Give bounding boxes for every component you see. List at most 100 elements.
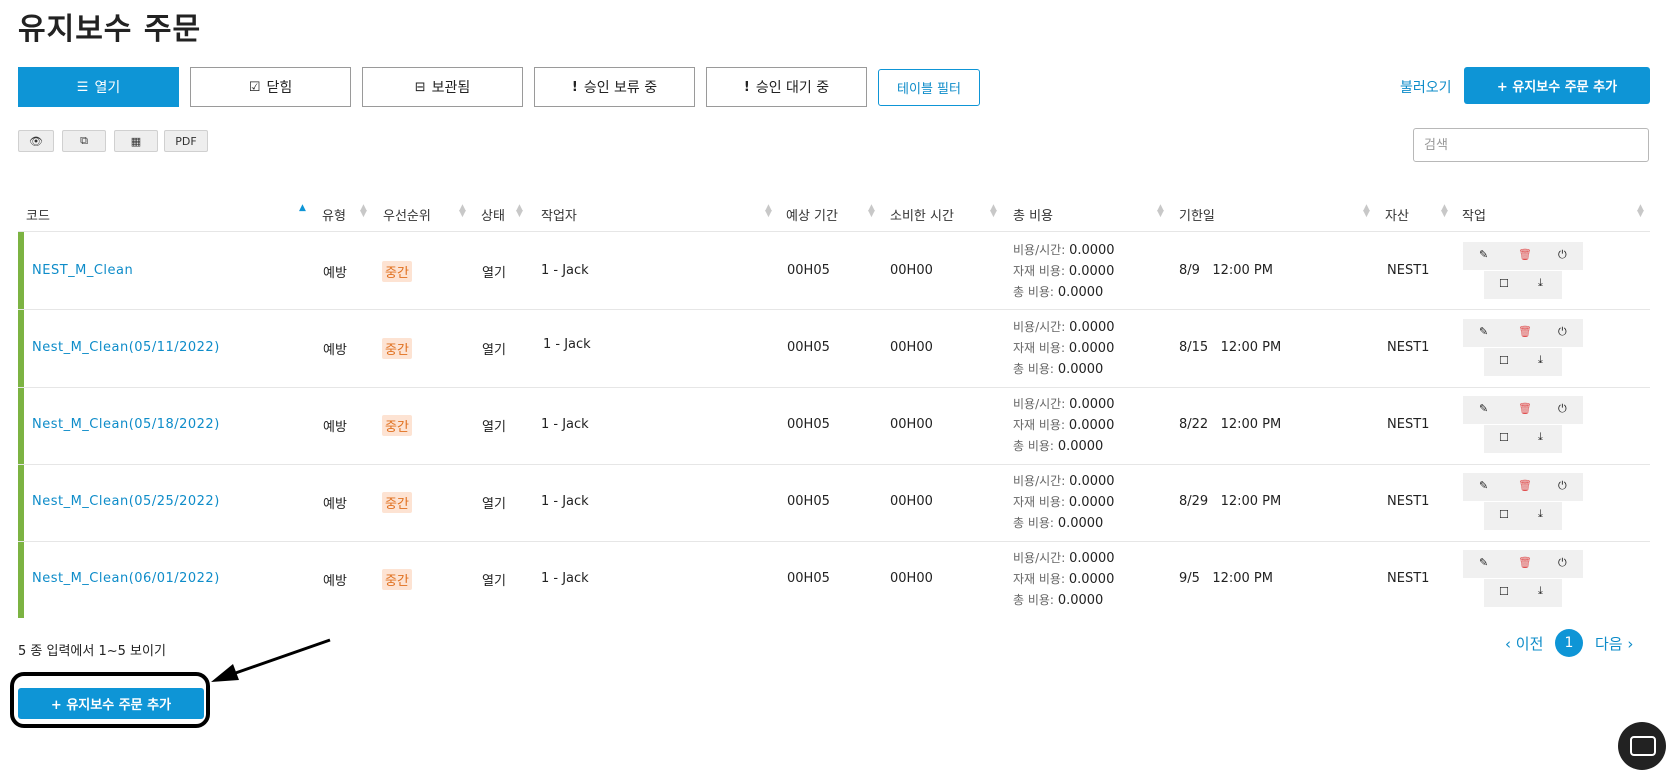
row-actions-bottom: ☐ ⤓: [1484, 425, 1562, 453]
row-divider: [18, 387, 1650, 388]
sort-icon[interactable]: ▲ ▼: [868, 204, 875, 219]
row-status-bar: [18, 232, 24, 309]
col-header-code[interactable]: 코드: [26, 205, 50, 224]
priority-badge: 중간: [382, 569, 412, 590]
col-header-spent-time[interactable]: 소비한 시간: [890, 205, 954, 224]
download-icon[interactable]: ⤓: [1538, 430, 1543, 444]
total-cost: 0.0000: [1057, 516, 1104, 531]
col-header-est-time[interactable]: 예상 기간: [786, 205, 838, 224]
delete-icon[interactable]: 🗑: [1518, 556, 1532, 569]
checkbox-icon[interactable]: ☐: [1499, 354, 1509, 367]
order-status: 열기: [482, 497, 506, 512]
delete-icon[interactable]: 🗑: [1518, 479, 1532, 492]
delete-icon[interactable]: 🗑: [1518, 402, 1532, 415]
cost-label: 비용/시간:: [1013, 397, 1066, 411]
row-actions-top: ✎ 🗑 ⏻: [1463, 550, 1583, 578]
order-code-link[interactable]: Nest_M_Clean(05/25/2022): [32, 494, 220, 509]
order-code-link[interactable]: Nest_M_Clean(06/01/2022): [32, 571, 220, 586]
hourly-cost: 0.0000: [1069, 474, 1115, 489]
order-status: 열기: [482, 420, 506, 435]
order-code-link[interactable]: NEST_M_Clean: [32, 263, 133, 278]
download-icon[interactable]: ⤓: [1538, 353, 1543, 367]
sort-icon[interactable]: ▲: [299, 204, 306, 213]
col-header-priority[interactable]: 우선순위: [383, 205, 431, 224]
total-cost: 0.0000: [1057, 439, 1104, 454]
order-code-link[interactable]: Nest_M_Clean(05/18/2022): [32, 417, 220, 432]
col-header-due[interactable]: 기한일: [1179, 205, 1215, 224]
add-order-button-top[interactable]: + 유지보수 주문 추가: [1464, 67, 1650, 104]
delete-icon[interactable]: 🗑: [1518, 248, 1532, 261]
power-icon[interactable]: ⏻: [1558, 556, 1567, 570]
sort-icon[interactable]: ▲ ▼: [1363, 204, 1370, 219]
power-icon[interactable]: ⏻: [1558, 248, 1567, 262]
col-header-asset[interactable]: 자산: [1385, 205, 1409, 224]
edit-icon[interactable]: ✎: [1479, 325, 1488, 338]
download-icon[interactable]: ⤓: [1538, 584, 1543, 598]
download-icon[interactable]: ⤓: [1538, 276, 1543, 290]
col-header-total-cost[interactable]: 총 비용: [1013, 205, 1053, 224]
checkbox-icon[interactable]: ☐: [1499, 277, 1509, 290]
tab-closed[interactable]: ☑ 닫힘: [190, 67, 351, 107]
power-icon[interactable]: ⏻: [1558, 402, 1567, 416]
tab-open[interactable]: ☰ 열기: [18, 67, 179, 107]
header-divider: [18, 231, 1650, 232]
order-type: 예방: [323, 574, 347, 589]
chat-widget-button[interactable]: [1618, 722, 1666, 770]
edit-icon[interactable]: ✎: [1479, 248, 1488, 261]
sort-icon[interactable]: ▲ ▼: [990, 204, 997, 219]
power-icon[interactable]: ⏻: [1558, 325, 1567, 339]
download-icon[interactable]: ⤓: [1538, 507, 1543, 521]
load-link[interactable]: 불러오기: [1400, 77, 1452, 97]
row-status-bar: [18, 465, 24, 542]
order-due: 9/5 12:00 PM: [1179, 571, 1273, 586]
edit-icon[interactable]: ✎: [1479, 402, 1488, 415]
priority-badge: 중간: [382, 338, 412, 359]
tab-approval-pending[interactable]: ! 승인 보류 중: [534, 67, 695, 107]
sort-icon[interactable]: ▲ ▼: [1637, 204, 1644, 219]
col-header-worker[interactable]: 작업자: [541, 205, 577, 224]
hourly-cost: 0.0000: [1069, 243, 1115, 258]
cost-label: 총 비용:: [1013, 285, 1054, 299]
sort-icon[interactable]: ▲ ▼: [1157, 204, 1164, 219]
power-icon[interactable]: ⏻: [1558, 479, 1567, 493]
pagination-page[interactable]: 1: [1555, 629, 1583, 657]
table-filter-button[interactable]: 테이블 필터: [878, 69, 980, 106]
cost-label: 비용/시간:: [1013, 551, 1066, 565]
order-cost-block: 비용/시간: 0.0000 자재 비용: 0.0000 총 비용: 0.0000: [1013, 548, 1115, 611]
tab-archived[interactable]: ⊟ 보관됨: [362, 67, 523, 107]
sort-icon[interactable]: ▲ ▼: [765, 204, 772, 219]
cost-label: 비용/시간:: [1013, 320, 1066, 334]
add-order-button-bottom[interactable]: + 유지보수 주문 추가: [18, 688, 204, 719]
delete-icon[interactable]: 🗑: [1518, 325, 1532, 338]
pagination-prev[interactable]: ‹ 이전: [1505, 633, 1543, 654]
order-type: 예방: [323, 343, 347, 358]
check-square-icon: ☑: [248, 79, 261, 95]
row-status-bar: [18, 310, 24, 387]
cost-label: 자재 비용:: [1013, 264, 1066, 278]
order-asset: NEST1: [1387, 263, 1430, 278]
checkbox-icon[interactable]: ☐: [1499, 508, 1509, 521]
checkbox-icon[interactable]: ☐: [1499, 585, 1509, 598]
sort-icon[interactable]: ▲ ▼: [1441, 204, 1448, 219]
sort-icon[interactable]: ▲ ▼: [516, 204, 523, 219]
order-code-link[interactable]: Nest_M_Clean(05/11/2022): [32, 340, 220, 355]
order-spent-time: 00H00: [890, 417, 933, 432]
order-worker: 1 - Jack: [541, 417, 589, 432]
copy-button[interactable]: ⧉: [62, 130, 106, 152]
pdf-button[interactable]: PDF: [164, 130, 208, 152]
tab-approval-waiting[interactable]: ! 승인 대기 중: [706, 67, 867, 107]
cost-label: 자재 비용:: [1013, 341, 1066, 355]
row-actions-top: ✎ 🗑 ⏻: [1463, 319, 1583, 347]
sort-icon[interactable]: ▲ ▼: [360, 204, 367, 219]
sort-icon[interactable]: ▲ ▼: [459, 204, 466, 219]
view-button[interactable]: 👁: [18, 130, 54, 152]
edit-icon[interactable]: ✎: [1479, 556, 1488, 569]
search-input[interactable]: [1413, 128, 1649, 162]
edit-icon[interactable]: ✎: [1479, 479, 1488, 492]
table-icon: ▦: [130, 134, 142, 148]
checkbox-icon[interactable]: ☐: [1499, 431, 1509, 444]
col-header-type[interactable]: 유형: [322, 205, 346, 224]
col-header-status[interactable]: 상태: [481, 205, 505, 224]
pagination-next[interactable]: 다음 ›: [1595, 633, 1633, 654]
excel-button[interactable]: ▦: [114, 130, 158, 152]
